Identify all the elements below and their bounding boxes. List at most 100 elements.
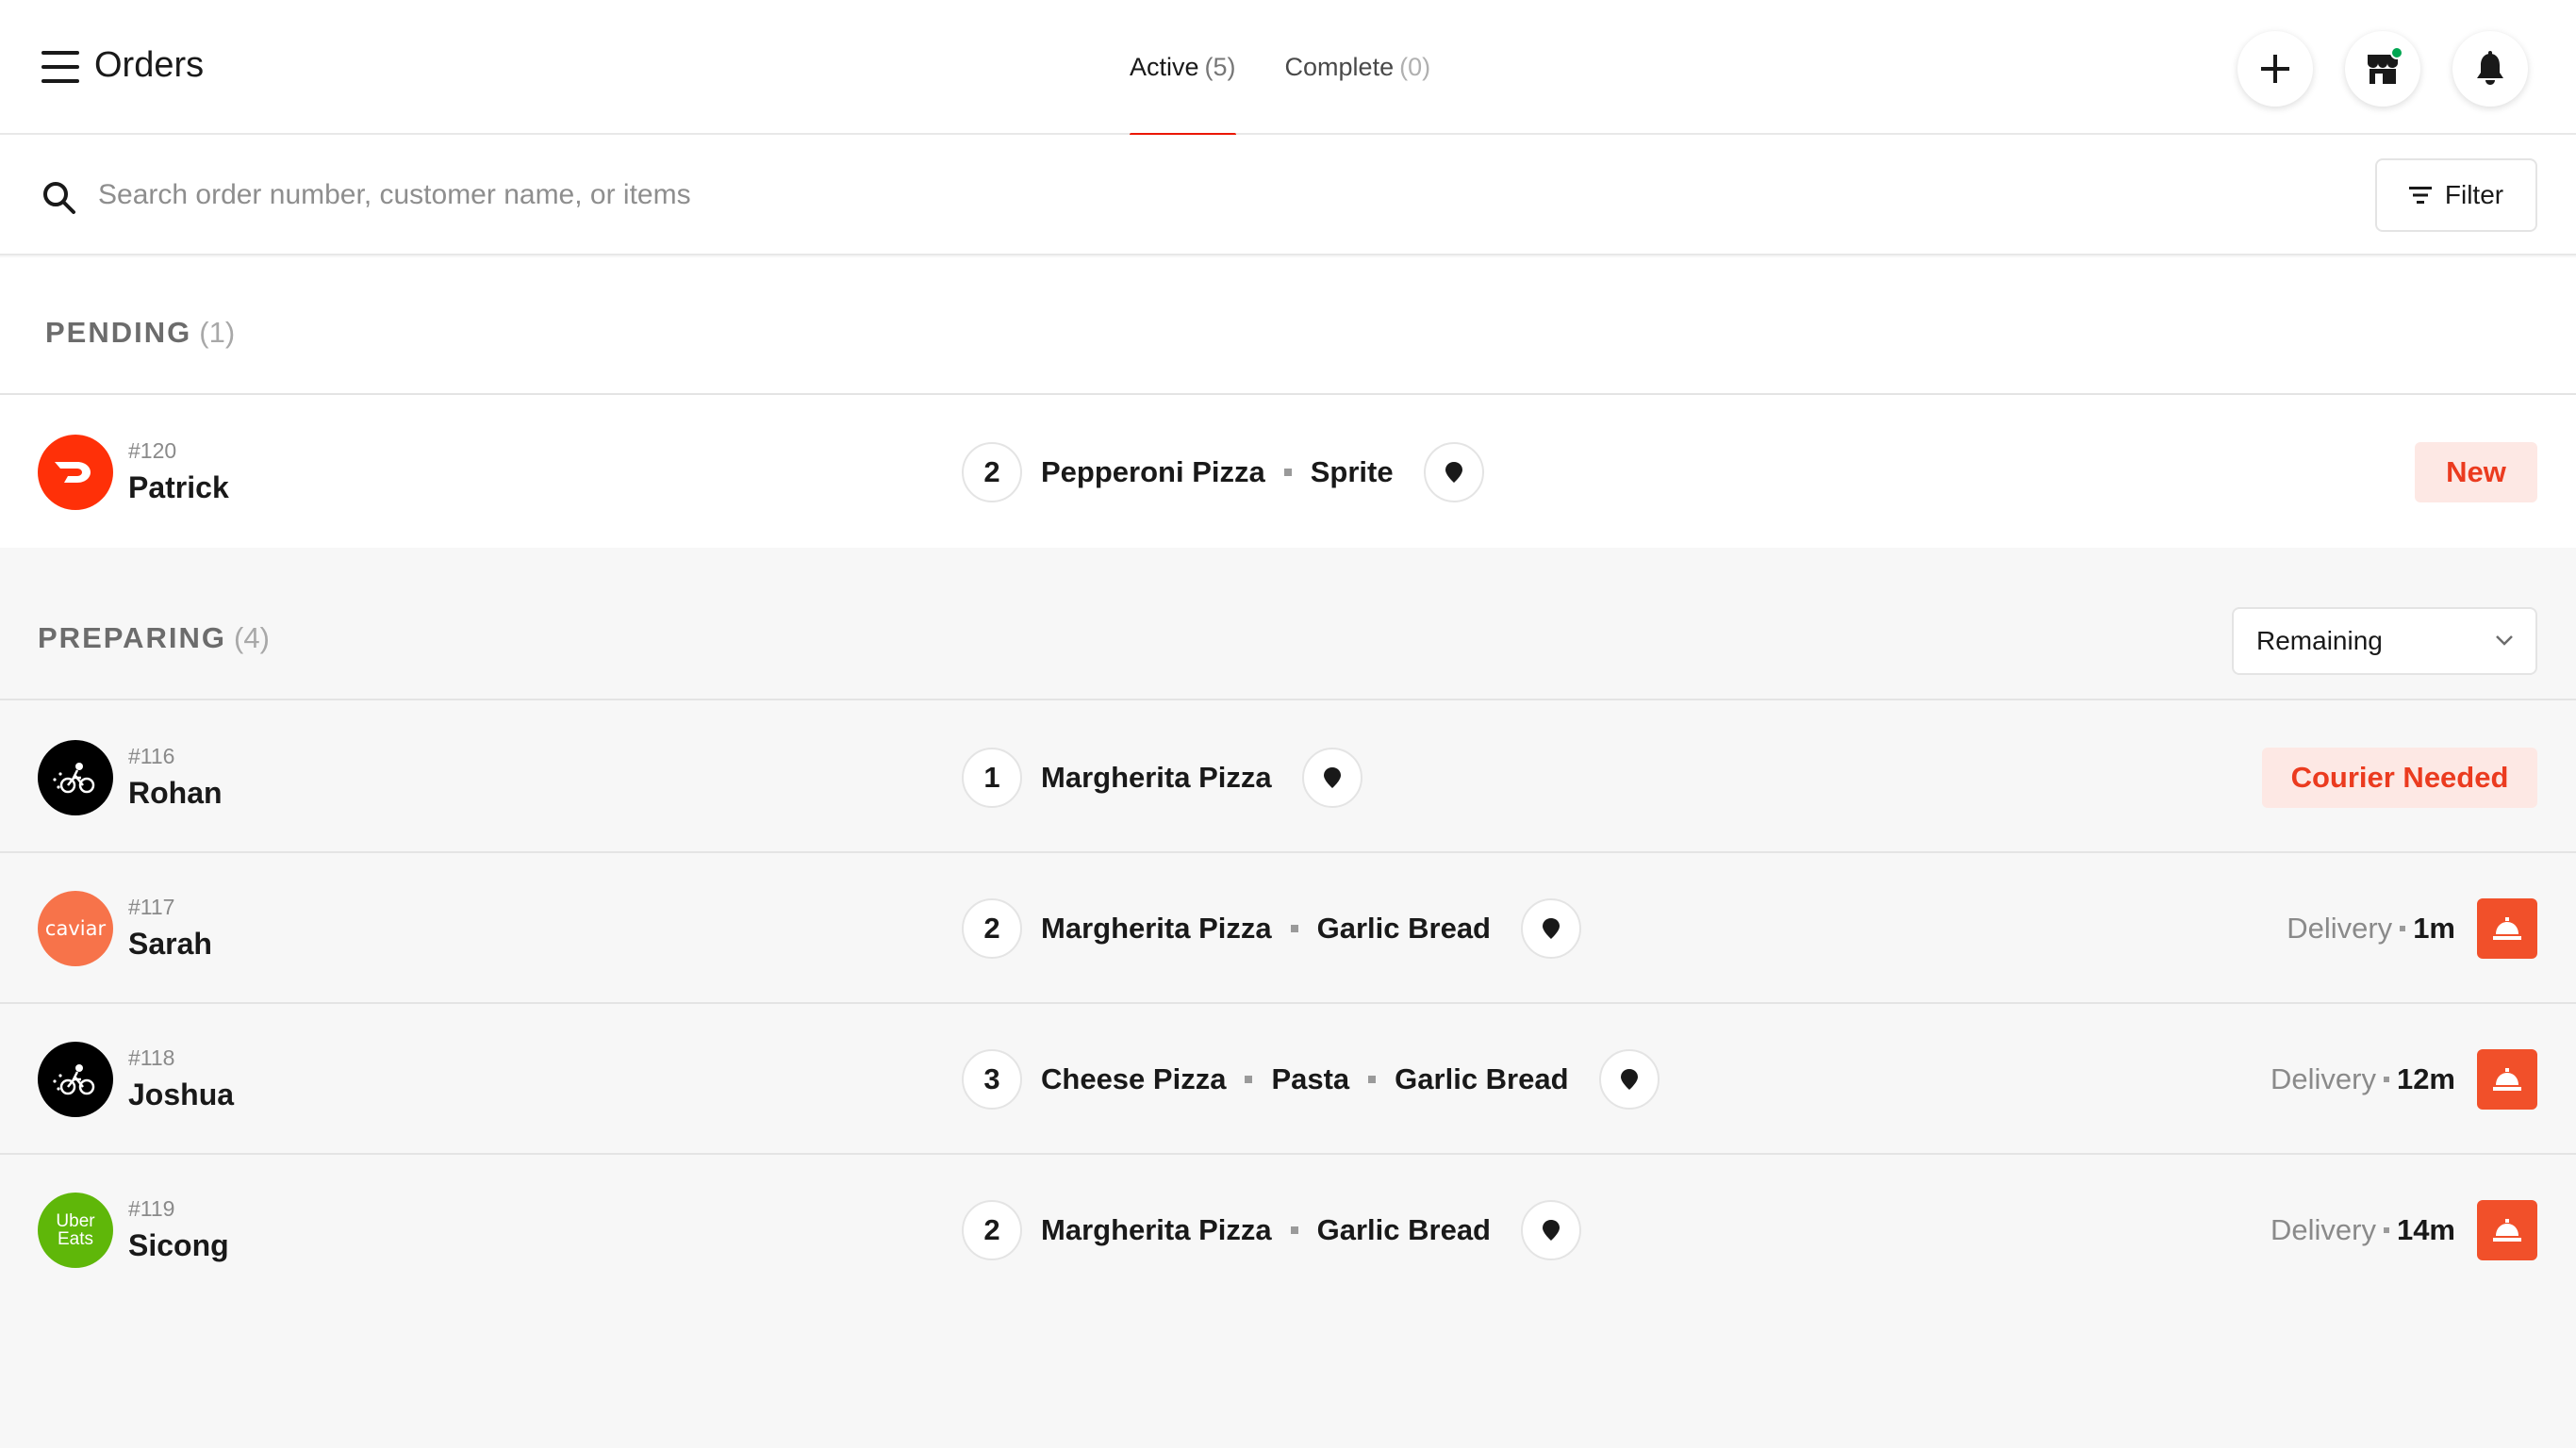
order-items: 2 Pepperoni Pizza Sprite <box>962 442 1484 502</box>
postmates-logo <box>38 1042 113 1117</box>
item-name: Margherita Pizza <box>1041 912 1272 945</box>
item-separator <box>1290 1226 1298 1234</box>
sort-dropdown-value: Remaining <box>2256 626 2383 655</box>
location-pin-icon <box>1423 442 1484 502</box>
pending-count: (1) <box>199 316 236 349</box>
item-separator <box>1290 925 1298 932</box>
order-row[interactable]: caviar #117 Sarah 2 Margherita Pizza Gar… <box>0 853 2576 1004</box>
delivery-eta: Delivery 1m <box>2287 898 2455 959</box>
order-items: 3 Cheese Pizza Pasta Garlic Bread <box>962 1049 1660 1110</box>
service-bell-icon <box>2493 917 2521 940</box>
pending-section: PENDING (1) #120 Patrick 2 Pepperoni Pizz… <box>0 257 2576 548</box>
plus-icon <box>2261 55 2289 83</box>
sort-dropdown[interactable]: Remaining <box>2232 607 2537 675</box>
mark-ready-button[interactable] <box>2477 1200 2537 1260</box>
service-bell-icon <box>2493 1068 2521 1091</box>
filter-button[interactable]: Filter <box>2375 158 2537 232</box>
location-pin-icon <box>1301 748 1362 808</box>
customer-name: Sicong <box>128 1228 229 1262</box>
order-tabs: Active (5) Complete (0) <box>1130 0 1479 137</box>
location-pin-icon <box>1598 1049 1660 1110</box>
store-status-button[interactable] <box>2345 31 2420 107</box>
delivery-time: 14m <box>2396 1213 2455 1246</box>
order-number: #118 <box>128 1045 175 1070</box>
item-name: Cheese Pizza <box>1041 1062 1227 1095</box>
order-row[interactable]: #118 Joshua 3 Cheese Pizza Pasta Garlic … <box>0 1004 2576 1155</box>
postmates-logo <box>38 740 113 815</box>
chevron-down-icon <box>2496 635 2513 646</box>
item-name: Garlic Bread <box>1395 1062 1569 1095</box>
doordash-logo <box>38 435 113 510</box>
tab-active[interactable]: Active (5) <box>1130 0 1236 137</box>
tab-complete-label: Complete <box>1284 53 1395 81</box>
item-name: Margherita Pizza <box>1041 1213 1272 1246</box>
order-row[interactable]: Uber Eats #119 Sicong 2 Margherita Pizza… <box>0 1155 2576 1306</box>
tab-active-label: Active <box>1130 53 1199 81</box>
filter-lines-icon <box>2408 187 2432 204</box>
order-row[interactable]: #120 Patrick 2 Pepperoni Pizza Sprite Ne… <box>0 397 2576 548</box>
caviar-logo: caviar <box>38 891 113 966</box>
item-name: Garlic Bread <box>1316 912 1491 945</box>
item-separator <box>1245 1076 1253 1083</box>
preparing-title: PREPARING (4) <box>38 621 270 655</box>
item-quantity: 1 <box>962 748 1022 808</box>
item-quantity: 2 <box>962 898 1022 959</box>
delivery-separator <box>2400 926 2406 931</box>
status-badge: Courier Needed <box>2262 748 2537 808</box>
item-separator <box>1283 469 1292 476</box>
ubereats-logo-line2: Eats <box>57 1229 94 1249</box>
preparing-title-text: PREPARING <box>38 621 227 654</box>
search-icon <box>43 182 75 214</box>
item-name: Garlic Bread <box>1316 1213 1491 1246</box>
search-bar: Filter <box>0 135 2576 255</box>
delivery-label: Delivery <box>2287 912 2393 945</box>
item-separator <box>1368 1076 1377 1083</box>
delivery-label: Delivery <box>2270 1062 2376 1095</box>
notifications-button[interactable] <box>2452 31 2528 107</box>
mark-ready-button[interactable] <box>2477 1049 2537 1110</box>
item-quantity: 2 <box>962 1200 1022 1260</box>
item-quantity: 3 <box>962 1049 1022 1110</box>
customer-name: Sarah <box>128 927 212 961</box>
customer-name: Joshua <box>128 1078 235 1111</box>
preparing-count: (4) <box>234 621 270 654</box>
pending-header: PENDING (1) <box>0 257 2576 395</box>
mark-ready-button[interactable] <box>2477 898 2537 959</box>
page-title: Orders <box>94 45 205 85</box>
online-status-dot <box>2390 46 2403 59</box>
tab-complete[interactable]: Complete (0) <box>1285 0 1431 135</box>
order-number: #120 <box>128 438 177 463</box>
order-items: 2 Margherita Pizza Garlic Bread <box>962 1200 1581 1260</box>
filter-label: Filter <box>2444 180 2504 209</box>
location-pin-icon <box>1521 898 1581 959</box>
order-items: 2 Margherita Pizza Garlic Bread <box>962 898 1581 959</box>
order-row[interactable]: #116 Rohan 1 Margherita Pizza Courier Ne… <box>0 702 2576 853</box>
order-number: #116 <box>128 744 175 768</box>
delivery-time: 12m <box>2396 1062 2455 1095</box>
add-order-button[interactable] <box>2237 31 2313 107</box>
item-quantity: 2 <box>962 442 1022 502</box>
preparing-header: PREPARING (4) <box>0 563 2576 700</box>
customer-name: Rohan <box>128 776 223 810</box>
ubereats-logo: Uber Eats <box>38 1193 113 1268</box>
item-name: Margherita Pizza <box>1041 761 1272 794</box>
bell-icon <box>2477 51 2503 85</box>
hamburger-menu-icon[interactable] <box>41 51 79 83</box>
delivery-label: Delivery <box>2270 1213 2376 1246</box>
caviar-logo-text: caviar <box>44 917 107 940</box>
order-number: #117 <box>128 895 175 919</box>
delivery-separator <box>2383 1227 2389 1233</box>
item-name: Pepperoni Pizza <box>1041 455 1265 488</box>
tab-active-count: (5) <box>1204 53 1236 81</box>
ubereats-logo-line1: Uber <box>56 1211 95 1231</box>
top-header: Orders Active (5) Complete (0) <box>0 0 2576 137</box>
pending-title: PENDING (1) <box>45 316 235 350</box>
search-input[interactable] <box>98 169 1418 222</box>
status-badge: New <box>2415 442 2537 502</box>
location-pin-icon <box>1521 1200 1581 1260</box>
customer-name: Patrick <box>128 470 229 504</box>
order-items: 1 Margherita Pizza <box>962 748 1362 808</box>
delivery-separator <box>2383 1077 2389 1082</box>
service-bell-icon <box>2493 1219 2521 1242</box>
item-name: Pasta <box>1271 1062 1350 1095</box>
